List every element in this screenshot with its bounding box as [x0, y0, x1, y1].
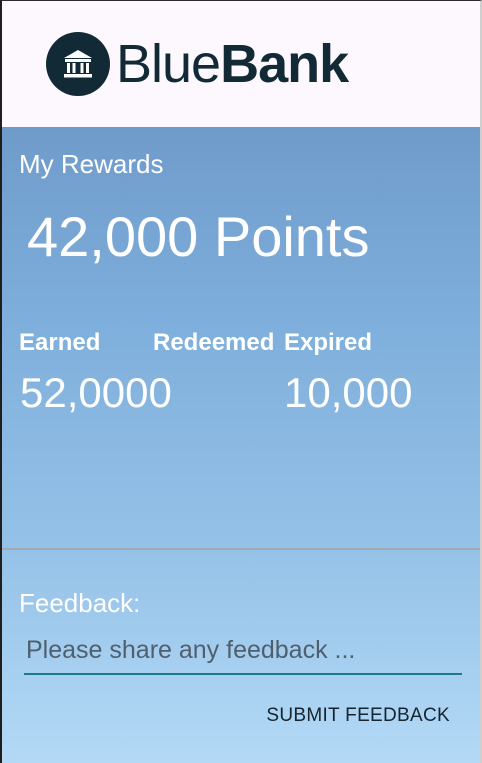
rewards-panel: My Rewards 42,000 Points Earned Redeemed…	[2, 127, 480, 763]
section-divider	[2, 548, 480, 550]
expired-label: Expired	[284, 329, 373, 356]
expired-value: 10,000	[284, 369, 413, 416]
logo-badge	[46, 32, 110, 96]
feedback-input[interactable]	[24, 627, 462, 675]
brand-logo-text: BlueBank	[116, 32, 349, 96]
redeemed-label: Redeemed	[153, 329, 275, 356]
feedback-label: Feedback:	[19, 588, 141, 618]
brand-name-bold: Bank	[220, 34, 349, 94]
app-header: BlueBank	[2, 1, 480, 127]
app-screen: BlueBank My Rewards 42,000 Points Earned…	[0, 0, 482, 763]
rewards-title: My Rewards	[19, 149, 164, 179]
earned-label: Earned	[19, 329, 101, 356]
submit-feedback-button[interactable]: SUBMIT FEEDBACK	[266, 705, 450, 727]
earned-value: 52,0000	[20, 369, 172, 416]
points-total: 42,000 Points	[27, 205, 370, 268]
brand-name-light: Blue	[116, 34, 221, 94]
